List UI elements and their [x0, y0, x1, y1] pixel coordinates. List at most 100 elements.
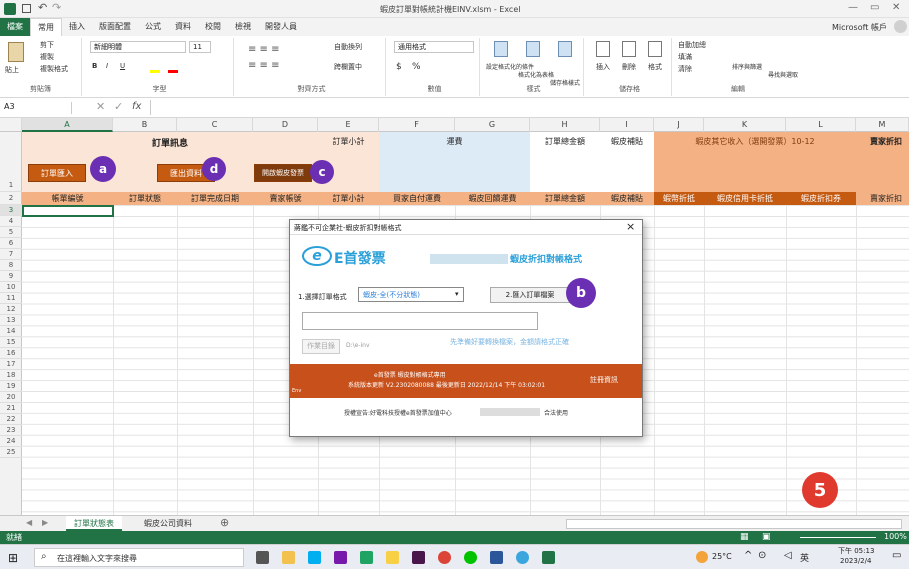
- row-header[interactable]: 14: [0, 326, 22, 337]
- row-header[interactable]: 21: [0, 403, 22, 414]
- select-all-corner[interactable]: [0, 118, 22, 132]
- paste-button[interactable]: 貼上: [5, 65, 19, 75]
- insert-cells-icon[interactable]: [596, 41, 610, 57]
- register-info-link[interactable]: 註冊資訊: [590, 375, 618, 385]
- fill-color-icon[interactable]: [150, 70, 160, 73]
- row-header[interactable]: 17: [0, 359, 22, 370]
- row-header[interactable]: 11: [0, 293, 22, 304]
- format-painter-button[interactable]: 複製格式: [40, 64, 68, 74]
- import-order-file-button[interactable]: 2.匯入訂單檔案: [490, 287, 570, 303]
- cell-styles-icon[interactable]: [558, 41, 572, 57]
- format-cells-icon[interactable]: [648, 41, 662, 57]
- sticky-notes-icon[interactable]: [386, 551, 399, 564]
- save-icon[interactable]: [22, 4, 31, 13]
- zoom-level[interactable]: 100%: [884, 532, 907, 541]
- sheet-tab-company[interactable]: 蝦皮公司資料: [136, 516, 200, 531]
- row-header[interactable]: 22: [0, 414, 22, 425]
- skype-icon[interactable]: [308, 551, 321, 564]
- row-header[interactable]: 18: [0, 370, 22, 381]
- column-header-k[interactable]: K: [704, 118, 786, 132]
- row-header[interactable]: 23: [0, 425, 22, 436]
- italic-button[interactable]: I: [106, 62, 108, 70]
- file-explorer-icon[interactable]: [282, 551, 295, 564]
- align-icon[interactable]: ≡ ≡ ≡: [248, 44, 280, 55]
- clear-button[interactable]: 清除: [678, 64, 692, 74]
- row-header[interactable]: 13: [0, 315, 22, 326]
- row-header[interactable]: 6: [0, 238, 22, 249]
- sheet-tab-order-status[interactable]: 訂單狀態表: [66, 516, 122, 531]
- column-header-a[interactable]: A: [22, 118, 113, 132]
- tab-file[interactable]: 檔案: [0, 18, 30, 36]
- tray-chevron-icon[interactable]: ^: [744, 550, 752, 561]
- column-header-d[interactable]: D: [253, 118, 318, 132]
- merge-center-button[interactable]: 跨欄置中: [334, 62, 362, 72]
- column-header-j[interactable]: J: [654, 118, 704, 132]
- excel-taskbar-icon[interactable]: [542, 551, 555, 564]
- font-color-icon[interactable]: [168, 70, 178, 73]
- open-invoice-button[interactable]: 開啟蝦皮發票: [254, 164, 312, 182]
- tab-formulas[interactable]: 公式: [138, 18, 168, 36]
- font-size-combo[interactable]: 11: [189, 41, 211, 53]
- number-format-combo[interactable]: 通用格式: [394, 41, 474, 53]
- row-header[interactable]: 1: [0, 132, 22, 192]
- copy-button[interactable]: 複製: [40, 52, 54, 62]
- tab-review[interactable]: 校閱: [198, 18, 228, 36]
- redo-icon[interactable]: ↷: [52, 1, 61, 14]
- minimize-icon[interactable]: —: [848, 2, 858, 13]
- undo-icon[interactable]: ↶: [38, 1, 47, 14]
- column-header-i[interactable]: I: [600, 118, 654, 132]
- row-header[interactable]: 12: [0, 304, 22, 315]
- conditional-format-icon[interactable]: [494, 41, 508, 57]
- currency-button[interactable]: $: [396, 62, 402, 72]
- format-table-button[interactable]: 格式化為表格: [518, 70, 554, 79]
- percent-button[interactable]: %: [412, 62, 421, 72]
- scroll-left-icon[interactable]: ◀: [26, 518, 32, 527]
- cancel-icon[interactable]: ✕: [96, 100, 105, 113]
- onenote-icon[interactable]: [334, 551, 347, 564]
- row-header[interactable]: 24: [0, 436, 22, 447]
- formula-input[interactable]: [150, 100, 905, 115]
- enter-icon[interactable]: ✓: [114, 100, 123, 113]
- column-header-c[interactable]: C: [177, 118, 253, 132]
- column-header-m[interactable]: M: [856, 118, 909, 132]
- import-orders-button[interactable]: 訂單匯入: [28, 164, 86, 182]
- row-header[interactable]: 15: [0, 337, 22, 348]
- word-icon[interactable]: [490, 551, 503, 564]
- delete-cells-icon[interactable]: [622, 41, 636, 57]
- notifications-icon[interactable]: ▭: [892, 550, 901, 561]
- order-format-select[interactable]: 蝦皮-全(不分狀態) ▾: [358, 287, 464, 302]
- column-header-e[interactable]: E: [318, 118, 379, 132]
- tab-developer[interactable]: 開發人員: [258, 18, 304, 36]
- network-icon[interactable]: ⊙: [758, 550, 766, 561]
- horizontal-scrollbar[interactable]: [566, 519, 902, 529]
- insert-cells-button[interactable]: 插入: [596, 62, 610, 72]
- line-icon[interactable]: [464, 551, 477, 564]
- ime-indicator[interactable]: 英: [800, 551, 809, 564]
- column-header-g[interactable]: G: [455, 118, 530, 132]
- zoom-slider[interactable]: [800, 537, 876, 538]
- teams-icon[interactable]: [516, 551, 529, 564]
- edge-icon[interactable]: [360, 551, 373, 564]
- work-dir-button[interactable]: 作業目錄: [302, 339, 340, 354]
- align-center-icon[interactable]: ≡ ≡ ≡: [248, 60, 280, 71]
- task-view-icon[interactable]: [256, 551, 269, 564]
- close-window-icon[interactable]: ✕: [892, 2, 900, 13]
- tab-page-layout[interactable]: 版面配置: [92, 18, 138, 36]
- tab-home[interactable]: 常用: [30, 18, 62, 36]
- row-header[interactable]: 3: [0, 205, 22, 216]
- file-path-input[interactable]: [302, 312, 538, 330]
- delete-cells-button[interactable]: 刪除: [622, 62, 636, 72]
- normal-view-icon[interactable]: ▦: [740, 532, 749, 542]
- paste-icon[interactable]: [8, 42, 24, 62]
- chrome-icon[interactable]: [438, 551, 451, 564]
- row-header[interactable]: 20: [0, 392, 22, 403]
- tab-data[interactable]: 資料: [168, 18, 198, 36]
- wrap-text-button[interactable]: 自動換列: [334, 42, 362, 52]
- row-header[interactable]: 8: [0, 260, 22, 271]
- slack-icon[interactable]: [412, 551, 425, 564]
- account-label[interactable]: Microsoft 帳戶: [832, 22, 887, 33]
- row-header[interactable]: 16: [0, 348, 22, 359]
- find-select-button[interactable]: 尋找與選取: [768, 70, 798, 79]
- windows-start-icon[interactable]: ⊞: [8, 551, 18, 565]
- taskbar-search[interactable]: ⌕ 在這裡輸入文字來搜尋: [34, 548, 244, 567]
